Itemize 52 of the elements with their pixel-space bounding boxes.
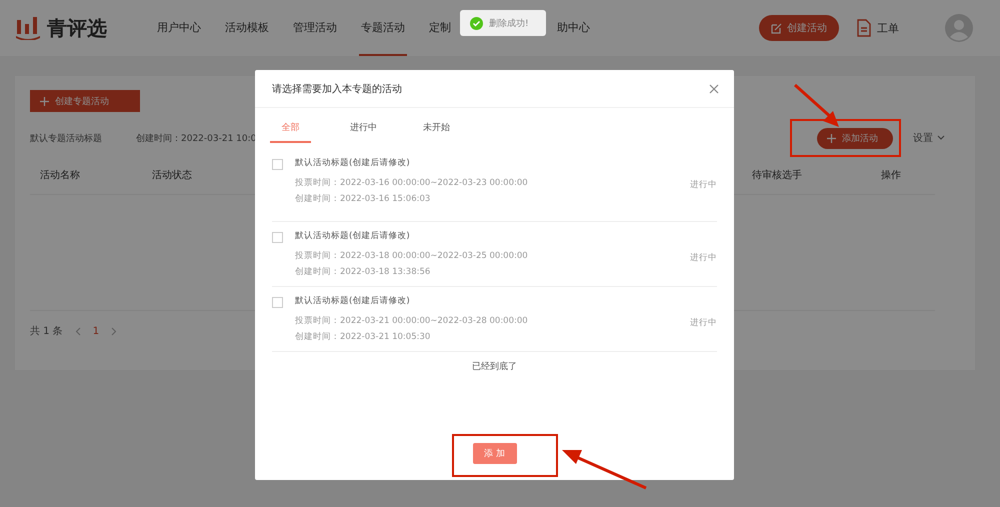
- nav-tab[interactable]: 定制: [427, 0, 453, 56]
- created-time: 创建时间：2022-03-21 10:05:30: [295, 331, 432, 343]
- avatar-icon[interactable]: [945, 14, 973, 42]
- column-header: 活动状态: [152, 168, 193, 182]
- plus-icon: [827, 134, 836, 142]
- total-count: 共 1 条: [30, 324, 63, 338]
- toast-message: 删除成功!: [489, 18, 529, 30]
- checkbox[interactable]: [272, 297, 283, 308]
- dialog-title: 请选择需要加入本专题的活动: [272, 82, 402, 96]
- plus-icon: [40, 96, 49, 106]
- nav-tab[interactable]: 用户中心: [155, 0, 203, 56]
- end-of-list-note: 已经到底了: [472, 362, 517, 372]
- settings-dropdown[interactable]: 设置: [913, 131, 945, 145]
- nav-tab[interactable]: 管理活动: [291, 0, 339, 56]
- column-header: 操作: [881, 169, 901, 182]
- page-number[interactable]: 1: [92, 326, 100, 336]
- chevron-left-icon[interactable]: [74, 326, 81, 336]
- bar-chart-logo-icon: [15, 16, 41, 40]
- document-icon: [857, 19, 871, 37]
- add-button[interactable]: 添 加: [472, 443, 516, 464]
- created-time: 创建时间：2022-03-18 13:38:56: [295, 266, 432, 278]
- close-icon[interactable]: [709, 84, 719, 94]
- vote-time: 投票时间：2022-03-21 00:00:00~2022-03-28 00:00:00: [295, 315, 529, 327]
- edit-icon: [771, 22, 782, 34]
- create-topic-button[interactable]: 创建专题活动: [30, 90, 140, 112]
- column-header: 待审核选手: [752, 168, 802, 182]
- nav-tab[interactable]: 活动模板: [223, 0, 271, 56]
- chevron-down-icon: [937, 135, 945, 141]
- check-circle-icon: [470, 16, 483, 30]
- activity-status: 进行中: [690, 252, 717, 265]
- filter-tab[interactable]: 全部: [270, 113, 311, 143]
- add-activity-button[interactable]: 添加活动: [817, 128, 893, 148]
- nav-tab[interactable]: 专题活动: [359, 0, 407, 56]
- filter-tab[interactable]: 未开始: [416, 113, 457, 143]
- logo-text: 青评选: [47, 14, 107, 42]
- activity-title: 默认活动标题(创建后请修改): [295, 230, 411, 242]
- created-time: 创建时间：2022-03-16 15:06:03: [295, 193, 432, 205]
- nav-tab[interactable]: 助中心: [555, 0, 592, 56]
- vote-time: 投票时间：2022-03-18 00:00:00~2022-03-25 00:00:00: [295, 250, 529, 262]
- activity-title: 默认活动标题(创建后请修改): [295, 295, 411, 307]
- activity-title: 默认活动标题(创建后请修改): [295, 157, 411, 169]
- checkbox[interactable]: [272, 159, 283, 170]
- ticket-link[interactable]: 工单: [877, 20, 899, 36]
- chevron-right-icon[interactable]: [111, 326, 118, 336]
- column-header: 活动名称: [40, 169, 81, 182]
- create-activity-button[interactable]: 创建活动: [759, 15, 839, 41]
- topic-title: 默认专题活动标题: [30, 132, 102, 144]
- checkbox[interactable]: [272, 232, 283, 243]
- activity-status: 进行中: [690, 317, 717, 330]
- filter-tab[interactable]: 进行中: [343, 113, 384, 143]
- activity-status: 进行中: [690, 179, 717, 192]
- vote-time: 投票时间：2022-03-16 00:00:00~2022-03-23 00:00:00: [295, 177, 529, 189]
